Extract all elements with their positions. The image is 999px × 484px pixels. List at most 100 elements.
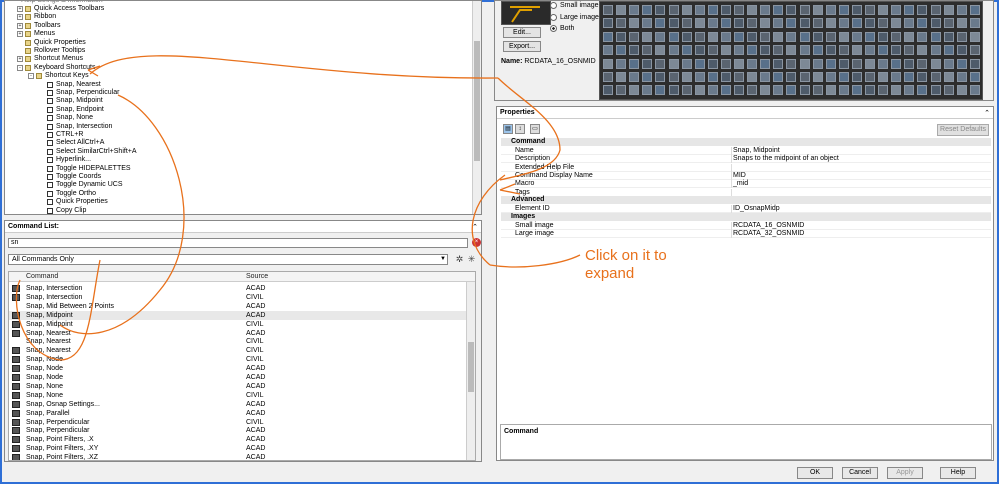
new-command-star-icon[interactable]: ✳ [466,254,477,265]
image-tile[interactable] [786,45,797,56]
image-tile[interactable] [917,5,928,15]
image-tile[interactable] [642,72,653,82]
collapse-node-icon[interactable]: - [17,64,23,71]
image-tile[interactable] [878,31,889,42]
tree-item[interactable]: Toggle Dynamic UCS [39,181,123,189]
image-tile[interactable] [694,5,705,15]
apply-button[interactable]: Apply [887,467,923,479]
image-tile[interactable] [629,58,640,69]
image-tile[interactable] [707,85,718,96]
expand-node-icon[interactable]: + [17,56,23,63]
image-tile[interactable] [655,18,666,29]
image-tile[interactable] [956,5,967,15]
property-value[interactable]: MID [733,172,746,180]
image-tile[interactable] [773,31,784,42]
image-tile[interactable] [603,31,613,42]
image-tile[interactable] [838,58,849,69]
tree-item[interactable]: Rollover Tooltips [17,47,85,55]
image-tile[interactable] [812,72,823,82]
image-tile[interactable] [930,31,941,42]
image-tile[interactable] [838,5,849,15]
ok-button[interactable]: OK [797,467,833,479]
tree-item[interactable]: Snap, Endpoint [39,106,104,114]
cancel-button[interactable]: Cancel [842,467,878,479]
image-tile[interactable] [734,45,744,56]
edit-button[interactable]: Edit... [503,27,541,38]
command-row[interactable]: Snap, Osnap Settings... ACAD [9,400,469,409]
tree-item[interactable]: + Quick Access Toolbars [17,5,104,13]
image-tile[interactable] [616,45,627,56]
image-tile[interactable] [655,72,666,82]
tree-item[interactable]: Hyperlink... [39,156,91,164]
image-tile[interactable] [655,31,666,42]
property-row[interactable]: Element ID ID_OsnapMidp [501,205,991,213]
image-tile[interactable] [891,85,902,96]
image-tile[interactable] [603,5,613,15]
image-tile[interactable] [851,72,862,82]
image-tile[interactable] [681,18,692,29]
new-command-icon[interactable]: ✲ [454,254,465,265]
image-tile[interactable] [707,31,718,42]
image-tile[interactable] [720,85,731,96]
image-tile[interactable] [799,31,810,42]
command-row[interactable]: Snap, Point Filters, .X ACAD [9,435,469,444]
collapse-node-icon[interactable]: - [28,73,34,80]
image-tile[interactable] [891,72,902,82]
image-tile[interactable] [707,5,718,15]
tree-item[interactable]: Toggle Coords [39,173,101,181]
image-tile[interactable] [707,18,718,29]
image-tile[interactable] [865,72,875,82]
image-tile[interactable] [655,58,666,69]
command-row[interactable]: Snap, None ACAD [9,382,469,391]
image-tile[interactable] [720,18,731,29]
tree-item[interactable]: Snap, Intersection [39,123,112,131]
image-tile[interactable] [707,45,718,56]
image-tile[interactable] [865,5,875,15]
image-tile[interactable] [851,18,862,29]
image-tile[interactable] [812,5,823,15]
image-tile[interactable] [917,72,928,82]
property-value[interactable]: RCDATA_32_OSNMID [733,230,804,238]
image-tile[interactable] [616,18,627,29]
expand-node-icon[interactable]: + [17,6,23,12]
command-row[interactable]: Snap, Mid Between 2 Points ACAD [9,302,469,311]
command-row[interactable]: Snap, Point Filters, .XZ ACAD [9,453,469,460]
image-tile[interactable] [786,85,797,96]
reset-defaults-button[interactable]: Reset Defaults [937,124,989,136]
property-row[interactable]: Small image RCDATA_16_OSNMID [501,222,991,230]
image-tile[interactable] [642,58,653,69]
image-tile[interactable] [878,5,889,15]
image-tile[interactable] [799,45,810,56]
image-tile[interactable] [747,45,758,56]
property-value[interactable]: RCDATA_16_OSNMID [733,222,804,230]
image-tile[interactable] [825,31,836,42]
image-tile[interactable] [891,45,902,56]
image-tile[interactable] [681,85,692,96]
image-tile[interactable] [747,72,758,82]
image-tile[interactable] [956,31,967,42]
image-tile[interactable] [760,31,771,42]
tree-item[interactable]: Snap, None [39,114,93,122]
command-row[interactable]: Snap, Nearest ACAD [9,329,469,338]
image-tile[interactable] [904,31,915,42]
image-tile[interactable] [642,18,653,29]
image-tile[interactable] [668,5,679,15]
image-tile[interactable] [603,72,613,82]
image-tile[interactable] [904,58,915,69]
command-filter-select[interactable]: All Commands Only ▼ [8,254,448,265]
image-tile[interactable] [969,5,980,15]
image-tile[interactable] [825,85,836,96]
command-row[interactable]: Snap, Node ACAD [9,373,469,382]
image-tile[interactable] [904,85,915,96]
image-tile[interactable] [707,72,718,82]
tree-item[interactable]: - Keyboard Shortcuts [17,64,95,72]
image-tile[interactable] [668,58,679,69]
image-tile[interactable] [812,18,823,29]
image-tile[interactable] [773,45,784,56]
image-tile[interactable] [917,18,928,29]
image-tile[interactable] [681,72,692,82]
image-tile[interactable] [838,72,849,82]
image-tile[interactable] [681,5,692,15]
image-tile[interactable] [838,31,849,42]
image-tile[interactable] [891,31,902,42]
